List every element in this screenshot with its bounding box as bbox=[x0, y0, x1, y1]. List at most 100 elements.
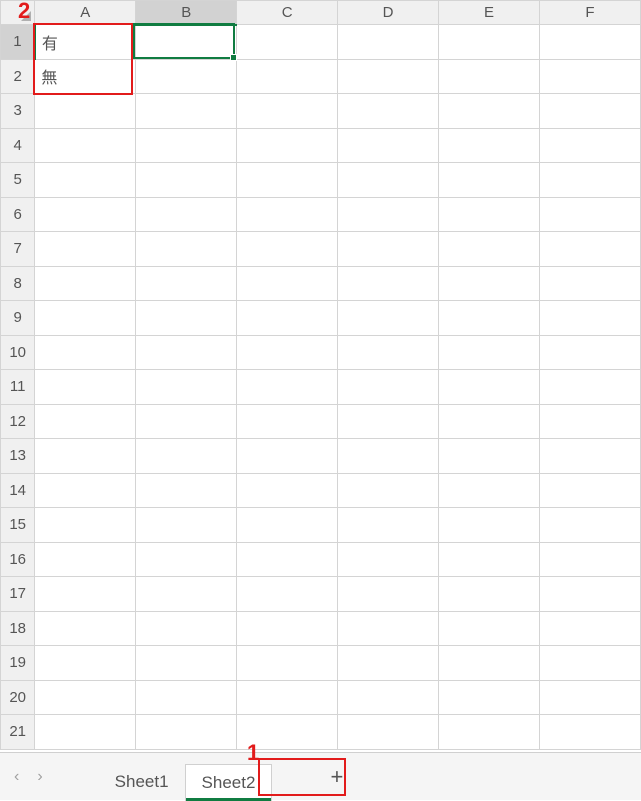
cell-A9[interactable] bbox=[35, 301, 136, 336]
cell-A20[interactable] bbox=[35, 680, 136, 715]
cell-D9[interactable] bbox=[338, 301, 439, 336]
cell-B2[interactable] bbox=[136, 59, 237, 94]
cell-C16[interactable] bbox=[237, 542, 338, 577]
cell-C18[interactable] bbox=[237, 611, 338, 646]
row-header-12[interactable]: 12 bbox=[1, 404, 35, 439]
cell-E18[interactable] bbox=[439, 611, 540, 646]
cell-D19[interactable] bbox=[338, 646, 439, 681]
cell-D2[interactable] bbox=[338, 59, 439, 94]
cell-E11[interactable] bbox=[439, 370, 540, 405]
cell-C10[interactable] bbox=[237, 335, 338, 370]
cell-F20[interactable] bbox=[540, 680, 641, 715]
cell-F15[interactable] bbox=[540, 508, 641, 543]
cell-B14[interactable] bbox=[136, 473, 237, 508]
row-header-4[interactable]: 4 bbox=[1, 128, 35, 163]
cell-A14[interactable] bbox=[35, 473, 136, 508]
cell-F2[interactable] bbox=[540, 59, 641, 94]
cell-B9[interactable] bbox=[136, 301, 237, 336]
cell-F9[interactable] bbox=[540, 301, 641, 336]
cell-A18[interactable] bbox=[35, 611, 136, 646]
cell-F3[interactable] bbox=[540, 94, 641, 129]
cell-E20[interactable] bbox=[439, 680, 540, 715]
cell-B5[interactable] bbox=[136, 163, 237, 198]
cell-A15[interactable] bbox=[35, 508, 136, 543]
cell-E17[interactable] bbox=[439, 577, 540, 612]
cell-D12[interactable] bbox=[338, 404, 439, 439]
col-header-B[interactable]: B bbox=[136, 1, 237, 25]
row-header-16[interactable]: 16 bbox=[1, 542, 35, 577]
sheet-nav-prev[interactable]: ‹ bbox=[14, 768, 19, 786]
cell-B7[interactable] bbox=[136, 232, 237, 267]
cell-D16[interactable] bbox=[338, 542, 439, 577]
cell-E2[interactable] bbox=[439, 59, 540, 94]
cell-B6[interactable] bbox=[136, 197, 237, 232]
cell-E3[interactable] bbox=[439, 94, 540, 129]
cell-F6[interactable] bbox=[540, 197, 641, 232]
cell-B12[interactable] bbox=[136, 404, 237, 439]
cell-D15[interactable] bbox=[338, 508, 439, 543]
cell-B21[interactable] bbox=[136, 715, 237, 750]
row-header-1[interactable]: 1 bbox=[1, 25, 35, 60]
cell-A21[interactable] bbox=[35, 715, 136, 750]
col-header-C[interactable]: C bbox=[237, 1, 338, 25]
cell-C13[interactable] bbox=[237, 439, 338, 474]
cell-A7[interactable] bbox=[35, 232, 136, 267]
col-header-D[interactable]: D bbox=[338, 1, 439, 25]
row-header-17[interactable]: 17 bbox=[1, 577, 35, 612]
cell-D4[interactable] bbox=[338, 128, 439, 163]
cell-C11[interactable] bbox=[237, 370, 338, 405]
cell-D7[interactable] bbox=[338, 232, 439, 267]
cell-F8[interactable] bbox=[540, 266, 641, 301]
cell-E8[interactable] bbox=[439, 266, 540, 301]
cell-C2[interactable] bbox=[237, 59, 338, 94]
cell-B13[interactable] bbox=[136, 439, 237, 474]
cell-F21[interactable] bbox=[540, 715, 641, 750]
cell-C8[interactable] bbox=[237, 266, 338, 301]
cell-B3[interactable] bbox=[136, 94, 237, 129]
cell-D17[interactable] bbox=[338, 577, 439, 612]
cell-A6[interactable] bbox=[35, 197, 136, 232]
cell-D11[interactable] bbox=[338, 370, 439, 405]
cell-A17[interactable] bbox=[35, 577, 136, 612]
cell-C1[interactable] bbox=[237, 25, 338, 60]
cell-D14[interactable] bbox=[338, 473, 439, 508]
cell-C19[interactable] bbox=[237, 646, 338, 681]
cell-F10[interactable] bbox=[540, 335, 641, 370]
cell-D1[interactable] bbox=[338, 25, 439, 60]
cell-A4[interactable] bbox=[35, 128, 136, 163]
row-header-20[interactable]: 20 bbox=[1, 680, 35, 715]
cell-B19[interactable] bbox=[136, 646, 237, 681]
cell-E1[interactable] bbox=[439, 25, 540, 60]
cell-B1[interactable] bbox=[136, 25, 237, 60]
cell-A11[interactable] bbox=[35, 370, 136, 405]
cell-C6[interactable] bbox=[237, 197, 338, 232]
cell-E12[interactable] bbox=[439, 404, 540, 439]
cell-E7[interactable] bbox=[439, 232, 540, 267]
col-header-A[interactable]: A bbox=[35, 1, 136, 25]
cell-E9[interactable] bbox=[439, 301, 540, 336]
row-header-13[interactable]: 13 bbox=[1, 439, 35, 474]
cell-F18[interactable] bbox=[540, 611, 641, 646]
cell-C17[interactable] bbox=[237, 577, 338, 612]
cell-A3[interactable] bbox=[35, 94, 136, 129]
cell-E21[interactable] bbox=[439, 715, 540, 750]
cell-E10[interactable] bbox=[439, 335, 540, 370]
cell-E13[interactable] bbox=[439, 439, 540, 474]
cell-F1[interactable] bbox=[540, 25, 641, 60]
cell-D18[interactable] bbox=[338, 611, 439, 646]
cell-B10[interactable] bbox=[136, 335, 237, 370]
cell-F11[interactable] bbox=[540, 370, 641, 405]
cell-C21[interactable] bbox=[237, 715, 338, 750]
row-header-5[interactable]: 5 bbox=[1, 163, 35, 198]
row-header-18[interactable]: 18 bbox=[1, 611, 35, 646]
cell-B15[interactable] bbox=[136, 508, 237, 543]
row-header-14[interactable]: 14 bbox=[1, 473, 35, 508]
cell-E4[interactable] bbox=[439, 128, 540, 163]
cell-F16[interactable] bbox=[540, 542, 641, 577]
cell-D13[interactable] bbox=[338, 439, 439, 474]
cell-D3[interactable] bbox=[338, 94, 439, 129]
cell-C12[interactable] bbox=[237, 404, 338, 439]
row-header-15[interactable]: 15 bbox=[1, 508, 35, 543]
cell-E15[interactable] bbox=[439, 508, 540, 543]
cell-F19[interactable] bbox=[540, 646, 641, 681]
